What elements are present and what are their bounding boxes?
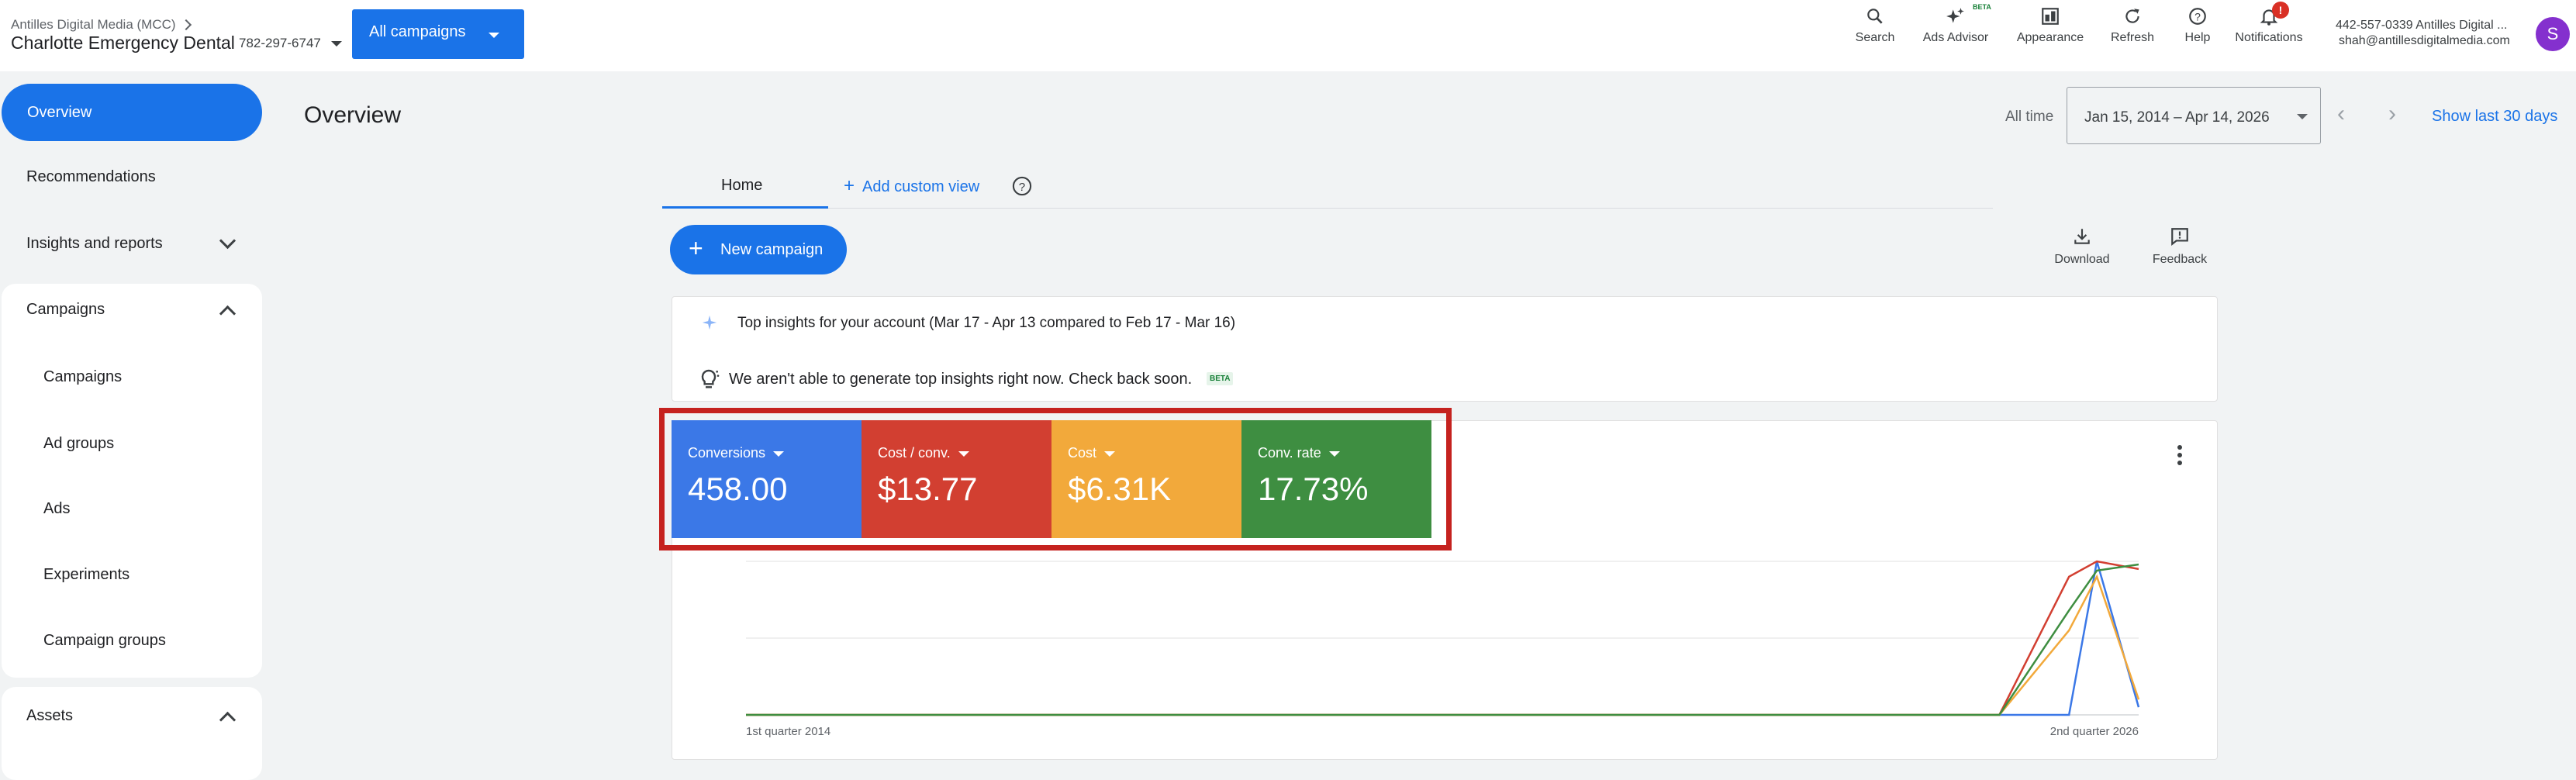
chevron-right-icon xyxy=(181,19,192,31)
ads-advisor-tool[interactable]: Ads Advisor BETA xyxy=(1917,3,1994,45)
show-last-30-days-link[interactable]: Show last 30 days xyxy=(2432,108,2557,126)
tab-active-indicator xyxy=(662,206,828,209)
download-icon xyxy=(2074,229,2090,244)
search-tool[interactable]: Search xyxy=(1836,6,1914,45)
add-custom-view-button[interactable]: + Add custom view xyxy=(844,175,979,197)
sparkle-icon xyxy=(702,315,717,330)
sidebar-item-campaigns[interactable]: Campaigns xyxy=(43,368,122,386)
new-campaign-button[interactable]: + New campaign xyxy=(670,225,847,274)
help-tool[interactable]: ? Help xyxy=(2159,6,2236,45)
campaign-selector-button[interactable]: All campaigns xyxy=(352,9,524,59)
caret-down-icon xyxy=(330,41,342,47)
refresh-icon xyxy=(2125,9,2139,23)
more-options-icon[interactable] xyxy=(2177,445,2182,468)
sidebar-item-ad-groups[interactable]: Ad groups xyxy=(43,435,114,453)
x-tick-label: 2nd quarter 2026 xyxy=(2050,725,2139,738)
download-button[interactable]: Download xyxy=(2039,226,2125,267)
account-customer-id[interactable]: 442-557-0339 Antilles Digital ... xyxy=(2336,19,2507,33)
svg-text:?: ? xyxy=(2194,10,2201,22)
series-line-2 xyxy=(746,574,2140,716)
account-name[interactable]: Charlotte Emergency Dental xyxy=(11,33,235,53)
sidebar-section-campaigns[interactable]: Campaigns xyxy=(26,301,105,319)
date-range-label: All time xyxy=(2005,109,2054,125)
page-title: Overview xyxy=(304,102,402,128)
help-icon[interactable]: ? xyxy=(1011,175,1033,197)
appearance-tool[interactable]: Appearance xyxy=(2011,6,2089,45)
lightbulb-icon xyxy=(701,369,720,388)
tab-home[interactable]: Home xyxy=(721,177,762,195)
sidebar-item-insights[interactable]: Insights and reports xyxy=(26,235,163,253)
performance-line-chart: 1st quarter 2014 2nd quarter 2026 xyxy=(746,560,2140,738)
chevron-left-icon[interactable]: ‹ xyxy=(2337,101,2345,127)
sidebar-item-ads[interactable]: Ads xyxy=(43,500,70,518)
sidebar-item-experiments[interactable]: Experiments xyxy=(43,566,129,584)
notifications-tool[interactable]: Notifications ! xyxy=(2230,2,2308,45)
chevron-right-icon[interactable]: › xyxy=(2388,101,2396,127)
account-id[interactable]: 782-297-6747 xyxy=(239,36,342,51)
search-icon xyxy=(1867,9,1883,24)
insights-message: We aren't able to generate top insights … xyxy=(729,371,1193,388)
sidebar-item-overview[interactable]: Overview xyxy=(2,84,262,141)
insights-heading: Top insights for your account (Mar 17 - … xyxy=(737,315,1236,331)
campaigns-section xyxy=(2,284,262,678)
appearance-icon xyxy=(2042,8,2059,25)
feedback-button[interactable]: Feedback xyxy=(2137,226,2222,267)
sidebar-item-campaign-groups[interactable]: Campaign groups xyxy=(43,632,166,650)
series-line-3 xyxy=(746,563,2139,716)
plus-icon: + xyxy=(689,234,703,262)
avatar[interactable]: S xyxy=(2536,17,2570,51)
caret-down-icon xyxy=(489,33,499,38)
beta-badge: BETA xyxy=(1973,3,1991,11)
sidebar-item-recommendations[interactable]: Recommendations xyxy=(26,168,156,186)
plus-icon: + xyxy=(844,175,855,196)
assets-section xyxy=(2,687,262,780)
account-email[interactable]: shah@antillesdigitalmedia.com xyxy=(2339,34,2510,48)
help-icon: ? xyxy=(2189,8,2206,25)
highlight-box xyxy=(659,408,1452,550)
date-range-picker[interactable]: Jan 15, 2014 – Apr 14, 2026 xyxy=(2067,87,2321,144)
feedback-icon xyxy=(2171,228,2188,247)
chevron-down-icon[interactable] xyxy=(219,232,237,250)
sparkle-icon xyxy=(1946,8,1964,23)
beta-badge: BETA xyxy=(1207,372,1234,385)
tab-divider xyxy=(662,208,1993,209)
parent-account-breadcrumb[interactable]: Antilles Digital Media (MCC) xyxy=(11,17,192,33)
sidebar-section-assets[interactable]: Assets xyxy=(26,707,73,725)
notification-badge: ! xyxy=(2272,2,2289,19)
caret-down-icon xyxy=(2297,114,2308,119)
svg-text:?: ? xyxy=(1019,181,1025,194)
x-tick-label: 1st quarter 2014 xyxy=(746,725,830,738)
